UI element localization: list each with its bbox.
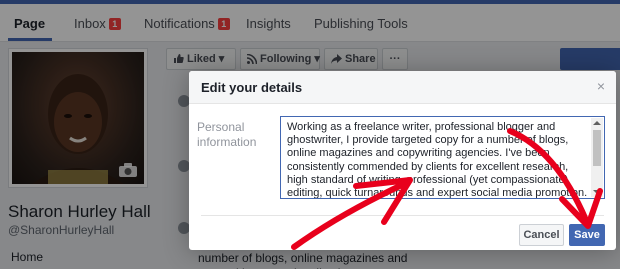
scroll-thumb[interactable] (593, 130, 601, 166)
personal-information-text: Working as a freelance writer, professio… (287, 121, 588, 199)
scroll-down-arrow-icon[interactable] (593, 190, 601, 194)
dialog-title: Edit your details (201, 80, 303, 95)
dialog-divider (201, 215, 604, 216)
scroll-up-arrow-icon[interactable] (593, 121, 601, 125)
personal-information-textarea[interactable]: Working as a freelance writer, professio… (280, 116, 605, 199)
save-button[interactable]: Save (569, 224, 605, 246)
personal-information-label: Personal information (197, 120, 257, 149)
edit-details-dialog: Edit your details × Personal information… (189, 71, 616, 250)
dialog-header: Edit your details × (189, 71, 616, 104)
cancel-button[interactable]: Cancel (519, 224, 564, 246)
close-icon[interactable]: × (597, 79, 605, 93)
textarea-scrollbar[interactable] (591, 118, 603, 197)
